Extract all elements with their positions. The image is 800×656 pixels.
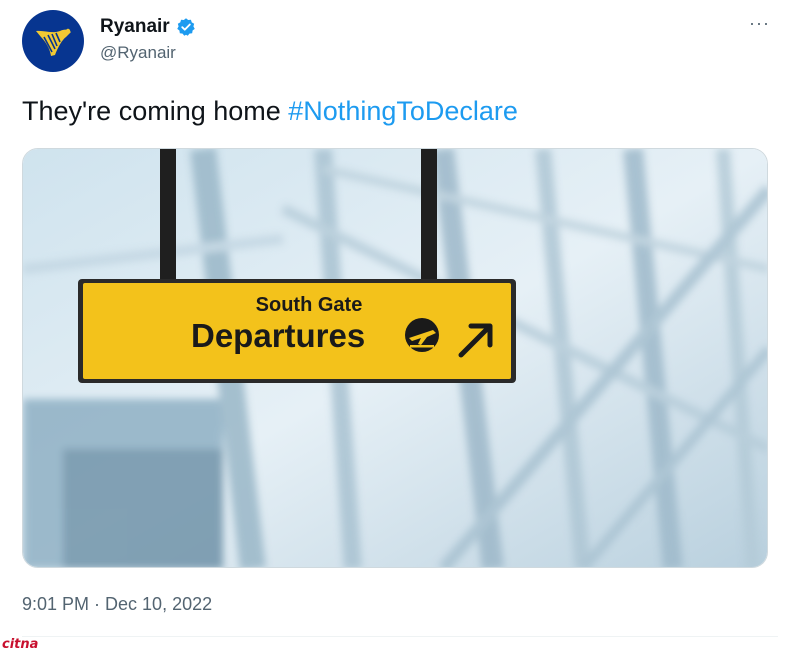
- display-name[interactable]: Ryanair: [100, 16, 170, 38]
- tweet-body: They're coming home: [22, 96, 289, 126]
- tweet-media-image[interactable]: South Gate Departures: [22, 148, 768, 568]
- verified-badge-icon: [176, 18, 195, 36]
- more-options-button[interactable]: ···: [749, 14, 770, 32]
- divider: [22, 636, 778, 637]
- author-name-row[interactable]: Ryanair: [100, 16, 196, 38]
- sign-line-2: Departures: [191, 317, 365, 354]
- watermark-logo: citna: [2, 637, 39, 652]
- departures-sign-photo: South Gate Departures: [23, 149, 767, 567]
- avatar[interactable]: [22, 10, 84, 72]
- tweet-card: Ryanair @Ryanair ··· They're coming home…: [0, 0, 800, 656]
- tweet-text: They're coming home #NothingToDeclare: [22, 96, 518, 127]
- sign-line-1: South Gate: [256, 294, 363, 316]
- hashtag-link[interactable]: #NothingToDeclare: [288, 96, 518, 126]
- ryanair-harp-logo-icon: [36, 28, 71, 56]
- author-handle[interactable]: @Ryanair: [100, 43, 176, 63]
- tweet-timestamp[interactable]: 9:01 PM · Dec 10, 2022: [22, 594, 212, 615]
- departure-plane-icon: [405, 318, 439, 352]
